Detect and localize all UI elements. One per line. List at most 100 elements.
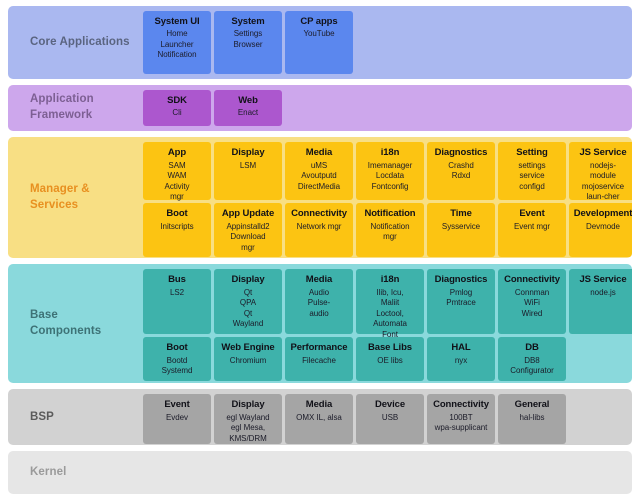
component-box-performance[interactable]: Performance Filecache — [285, 337, 353, 381]
component-items: nodejs- module mojoservice laun-cher — [581, 160, 625, 202]
component-box-system-ui[interactable]: System UI Home Launcher Notification — [143, 11, 211, 74]
component-title: CP apps — [300, 16, 338, 27]
component-box-media[interactable]: Media OMX IL, alsa — [285, 394, 353, 445]
component-box-display[interactable]: Display Qt QPA Qt Wayland — [214, 269, 282, 335]
component-title: App Update — [221, 208, 275, 220]
component-items: Pmlog Pmtrace — [446, 287, 476, 308]
component-box-js-service[interactable]: JS Service nodejs- module mojoservice lau… — [569, 142, 632, 202]
band-bsp: BSP Event Evdev Display egl Wayland egl Mesa… — [8, 389, 632, 446]
component-box-js-service[interactable]: JS Service node.js — [569, 269, 632, 335]
band-core-applications: Core Applications System UI Home Launcher … — [8, 6, 632, 79]
band-grid-bsp: Event Evdev Display egl Wayland egl Mesa, K… — [143, 389, 632, 445]
component-box-connectivity[interactable]: Connectivity Network mgr — [285, 203, 353, 258]
component-title: Bus — [168, 274, 186, 286]
component-box-system[interactable]: System Settings Browser — [214, 11, 282, 74]
component-items: Connman WiFi Wired — [514, 287, 550, 318]
component-items: 100BT wpa-supplicant — [434, 412, 488, 433]
component-items: node.js — [590, 287, 616, 297]
component-title: Boot — [166, 208, 188, 220]
component-items: LSM — [239, 160, 257, 170]
component-title: HAL — [451, 342, 471, 354]
component-box-web-engine[interactable]: Web Engine Chromium — [214, 337, 282, 381]
architecture-diagram: Core Applications System UI Home Launcher … — [0, 0, 640, 500]
band-grid-application-framework: SDK Cli Web Enact — [143, 85, 632, 132]
component-box-time[interactable]: Time Sysservice — [427, 203, 495, 258]
band-label-core-applications: Core Applications — [30, 35, 130, 48]
component-box-cp-apps[interactable]: CP apps YouTube — [285, 11, 353, 74]
component-title: System UI — [154, 16, 200, 27]
component-items: Qt QPA Qt Wayland — [232, 287, 264, 329]
box-row: Boot Initscripts App Update Appinstalld2 Do… — [143, 203, 632, 258]
component-items: Settings Browser — [233, 29, 263, 49]
component-box-media[interactable]: Media Audio Pulse- audio — [285, 269, 353, 335]
component-box-connectivity[interactable]: Connectivity Connman WiFi Wired — [498, 269, 566, 335]
component-box-web[interactable]: Web Enact — [214, 89, 282, 127]
band-label-application-framework: Application Framework — [30, 93, 94, 121]
box-row: Event Evdev Display egl Wayland egl Mesa, K… — [143, 394, 632, 445]
component-box-hal[interactable]: HAL nyx — [427, 337, 495, 381]
component-title: DB — [525, 342, 539, 354]
component-items: uMS Avoutputd DirectMedia — [297, 160, 341, 191]
component-box-sdk[interactable]: SDK Cli — [143, 89, 211, 127]
component-title: JS Service — [579, 274, 627, 286]
component-items: DB8 Configurator — [510, 355, 554, 376]
component-items: Crashd Rdxd — [448, 160, 474, 181]
component-title: Notification — [364, 208, 416, 220]
component-items: USB — [381, 412, 399, 422]
component-title: Display — [231, 147, 265, 159]
component-items: SAM WAM Activity mgr — [164, 160, 190, 202]
component-box-event[interactable]: Event Event mgr — [498, 203, 566, 258]
component-title: Web — [238, 94, 258, 106]
component-items: egl Wayland egl Mesa, KMS/DRM OpenGL ES — [226, 412, 270, 445]
component-items: Appinstalld2 Download mgr — [226, 221, 270, 252]
component-items: Evdev — [166, 412, 188, 422]
component-title: Display — [231, 274, 265, 286]
component-box-setting[interactable]: Setting settings service configd — [498, 142, 566, 201]
band-manager-and-services: Manager & Services App SAM WAM Activity mg… — [8, 137, 632, 259]
component-box-base-libs[interactable]: Base Libs OE libs — [356, 337, 424, 381]
component-title: System — [231, 16, 265, 27]
component-box-connectivity[interactable]: Connectivity 100BT wpa-supplicant — [427, 394, 495, 445]
band-grid-manager-and-services: App SAM WAM Activity mgr Display LSM Media uM… — [143, 137, 632, 258]
component-title: Display — [231, 399, 265, 411]
component-box-bus[interactable]: Bus LS2 — [143, 269, 211, 335]
component-items: Initscripts — [160, 221, 194, 231]
component-box-diagnostics[interactable]: Diagnostics Crashd Rdxd — [427, 142, 495, 201]
band-label-manager-and-services: Manager & Services — [30, 183, 90, 211]
component-items: Audio Pulse- audio — [307, 287, 331, 318]
component-title: Connectivity — [433, 399, 489, 411]
component-items: Notification mgr — [370, 221, 410, 242]
component-box-i18n[interactable]: i18n Imemanager Locdata Fontconfig — [356, 142, 424, 201]
component-items: Filecache — [302, 355, 336, 365]
component-box-i18n[interactable]: i18n Ilib, Icu, Maliit Loctool, Automata … — [356, 269, 424, 339]
component-box-general[interactable]: General hal-libs — [498, 394, 566, 445]
component-box-diagnostics[interactable]: Diagnostics Pmlog Pmtrace — [427, 269, 495, 335]
component-title: i18n — [380, 274, 400, 286]
component-box-db[interactable]: DB DB8 Configurator — [498, 337, 566, 381]
component-title: Diagnostics — [434, 147, 488, 159]
component-items: settings service configd — [518, 160, 546, 191]
component-box-development[interactable]: Development Devmode — [569, 203, 632, 258]
component-box-media[interactable]: Media uMS Avoutputd DirectMedia — [285, 142, 353, 201]
band-kernel: Kernel — [8, 451, 632, 495]
component-title: Time — [450, 208, 472, 220]
component-box-boot[interactable]: Boot Initscripts — [143, 203, 211, 258]
component-items: OE libs — [377, 355, 403, 365]
component-title: Boot — [166, 342, 188, 354]
component-items: YouTube — [303, 29, 335, 39]
component-title: i18n — [380, 147, 400, 159]
component-title: Setting — [516, 147, 548, 159]
component-items: Sysservice — [441, 221, 481, 231]
component-box-display[interactable]: Displayegl Wayland egl Mesa, KMS/DRM Ope… — [214, 394, 282, 445]
band-label-base-components: Base Components — [30, 309, 102, 337]
component-box-notification[interactable]: Notification Notification mgr — [356, 203, 424, 258]
component-title: Media — [305, 147, 333, 159]
component-box-device[interactable]: Device USB — [356, 394, 424, 445]
component-box-display[interactable]: Display LSM — [214, 142, 282, 201]
component-box-app[interactable]: App SAM WAM Activity mgr — [143, 142, 211, 202]
component-box-app-update[interactable]: App Update Appinstalld2 Download mgr — [214, 203, 282, 258]
component-box-boot[interactable]: Boot Bootd Systemd — [143, 337, 211, 381]
component-box-event[interactable]: Event Evdev — [143, 394, 211, 445]
band-application-framework: Application Framework SDK Cli Web Enact — [8, 84, 632, 132]
component-items: LS2 — [169, 287, 185, 297]
